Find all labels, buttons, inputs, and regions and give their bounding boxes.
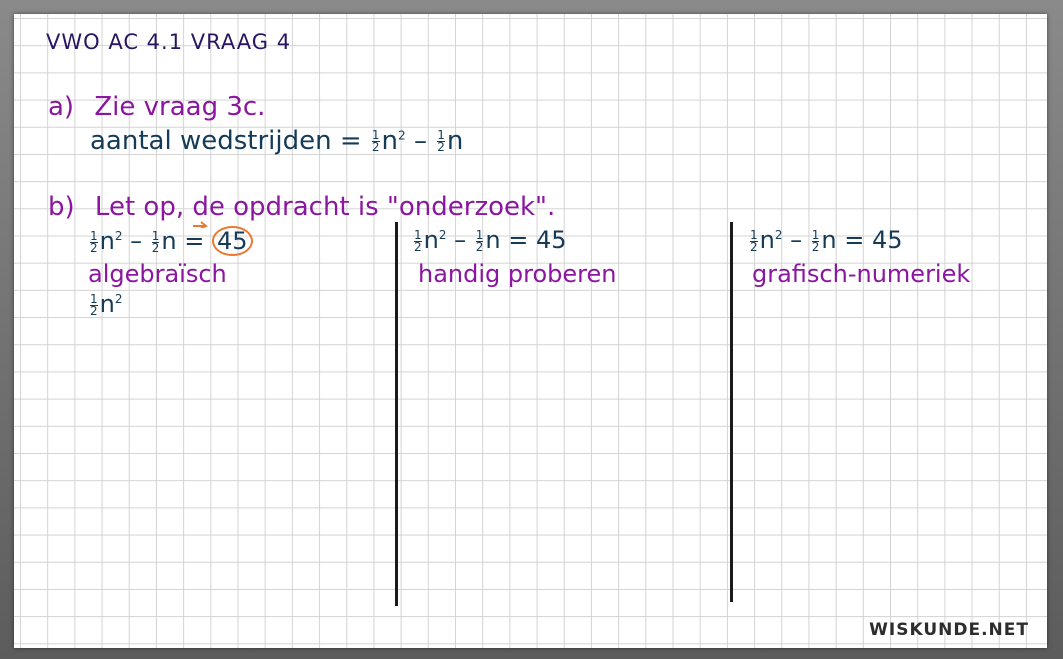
part-a-formula-label: aantal wedstrijden = bbox=[90, 126, 362, 156]
grid-sheet: VWO AC 4.1 VRAAG 4 a) Zie vraag 3c. aant… bbox=[14, 14, 1047, 648]
column-divider bbox=[395, 222, 398, 606]
part-a-formula-line: aantal wedstrijden = 1 2 n2 – 12n bbox=[90, 126, 464, 156]
column-3-equation: 1 2 n2 – 12n = 45 bbox=[750, 226, 903, 254]
page-title: VWO AC 4.1 VRAAG 4 bbox=[46, 30, 292, 54]
brand-watermark: WISKUNDE.NET bbox=[869, 620, 1029, 640]
fraction: 12 bbox=[371, 128, 380, 154]
part-b-text: Let op, de opdracht is "onderzoek". bbox=[94, 192, 556, 222]
part-b-label: b) bbox=[48, 192, 75, 222]
part-a-line1: a) Zie vraag 3c. bbox=[48, 92, 265, 122]
column-2-method: handig proberen bbox=[418, 260, 617, 288]
column-divider bbox=[730, 222, 733, 602]
part-b-line1: b) Let op, de opdracht is "onderzoek". bbox=[48, 192, 555, 222]
column-2-equation: 1 2 n2 – 12n = 45 bbox=[414, 226, 567, 254]
fraction: 12 bbox=[437, 128, 445, 154]
column-1-method: algebraïsch bbox=[88, 260, 227, 288]
column-1-work: 1 2 n2 bbox=[90, 290, 123, 318]
column-3-method: grafisch-numeriek bbox=[752, 260, 971, 288]
part-a-text: Zie vraag 3c. bbox=[94, 92, 266, 122]
part-a-label: a) bbox=[48, 92, 75, 122]
circled-45: 45 bbox=[212, 226, 253, 256]
window-frame: VWO AC 4.1 VRAAG 4 a) Zie vraag 3c. aant… bbox=[0, 0, 1063, 659]
column-1-equation: 1 2 n2 – 12n = 45 bbox=[88, 226, 253, 256]
